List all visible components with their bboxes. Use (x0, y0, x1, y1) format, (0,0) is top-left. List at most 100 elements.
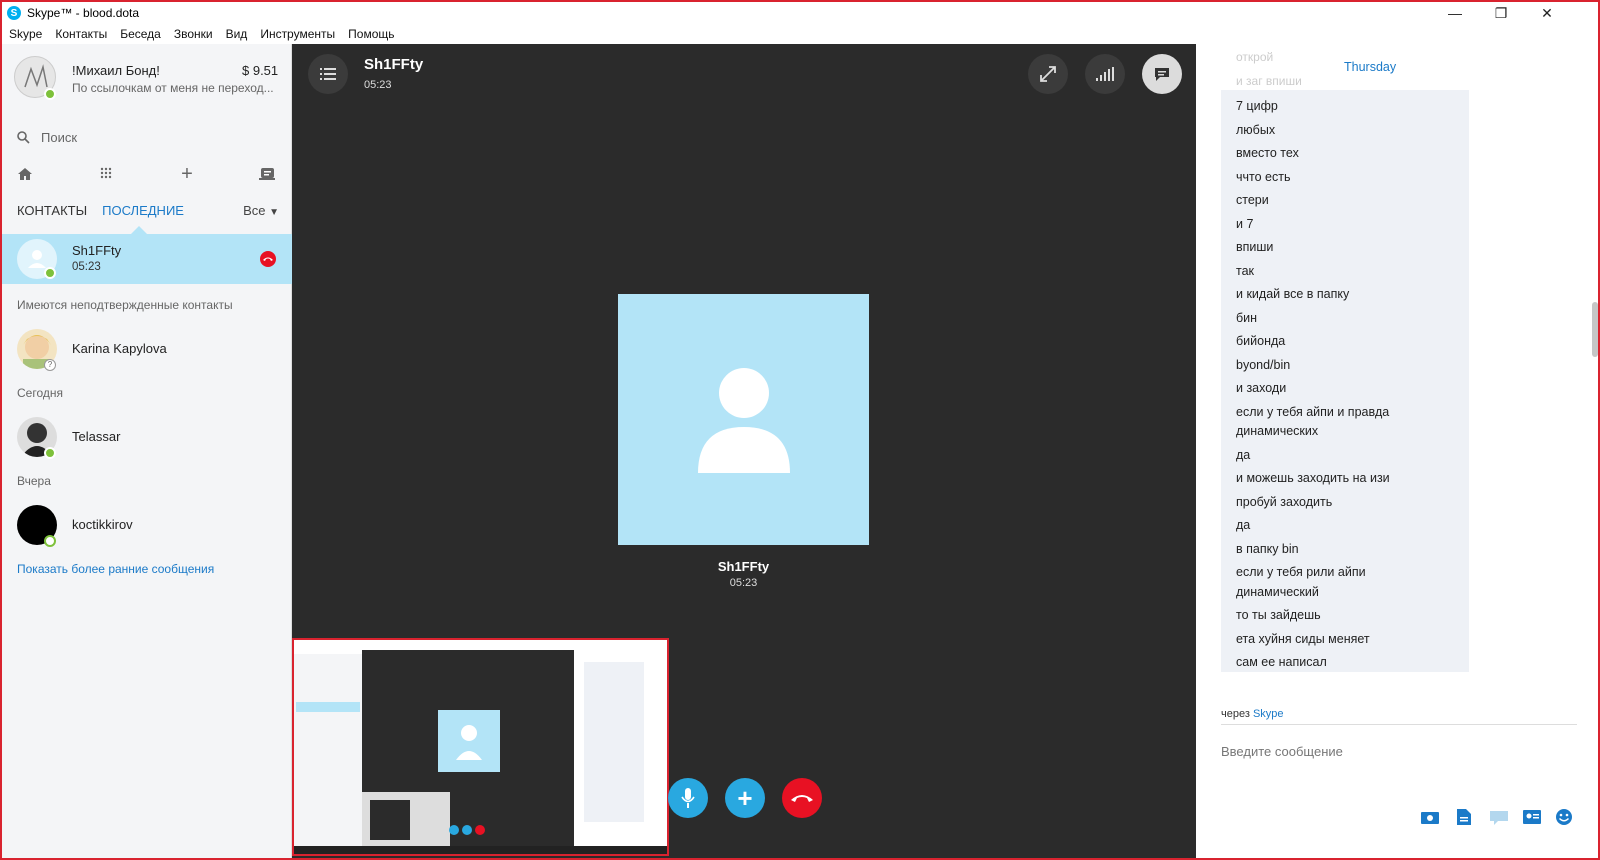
faded-message: открой (1236, 50, 1274, 64)
chat-panel: открой и заг впиши Thursday 7 цифр любых в… (1197, 44, 1598, 858)
person-icon (697, 367, 790, 473)
send-file-icon[interactable] (1457, 809, 1471, 825)
chevron-down-icon: ▼ (269, 207, 279, 218)
chat-message: и можешь заходить на изи (1236, 471, 1390, 485)
search-input[interactable]: Поиск (41, 130, 77, 145)
tab-contacts[interactable]: КОНТАКТЫ (17, 203, 87, 218)
section-unconfirmed: Имеются неподтвержденные контакты (17, 298, 233, 312)
window-title: Skype™ - blood.dota (27, 6, 140, 20)
search-icon (17, 131, 30, 144)
filter-dropdown[interactable]: Все ▼ (243, 203, 279, 218)
end-call-button[interactable] (782, 778, 822, 818)
contact-item[interactable]: ? Karina Kapylova (2, 326, 292, 376)
emoticon-icon[interactable] (1555, 808, 1573, 826)
chat-message: стери (1236, 193, 1269, 207)
chat-message: бийонда (1236, 334, 1286, 348)
call-header-duration: 05:23 (364, 79, 392, 91)
toolbar-row: + (2, 160, 292, 190)
add-participant-button[interactable]: + (725, 778, 765, 818)
list-icon (320, 68, 336, 80)
skype-logo-icon: S (7, 6, 21, 20)
status-unknown-icon: ? (44, 359, 56, 371)
profile-balance[interactable]: $ 9.51 (242, 63, 278, 78)
close-button[interactable]: ✕ (1524, 2, 1570, 24)
chat-message: ччто есть (1236, 169, 1291, 184)
call-avatar (618, 294, 869, 545)
contact-name: Telassar (72, 429, 121, 444)
day-label: Thursday (1344, 60, 1397, 74)
menu-help[interactable]: Помощь (348, 27, 394, 41)
menu-contacts[interactable]: Контакты (55, 27, 107, 41)
chat-toggle-button[interactable] (1142, 54, 1182, 94)
chat-message: да (1236, 518, 1251, 532)
expand-icon (1040, 66, 1056, 82)
send-image-icon[interactable] (1421, 810, 1439, 824)
section-yesterday: Вчера (17, 474, 51, 488)
chat-message: сам ее написал (1236, 655, 1327, 669)
menu-skype[interactable]: Skype (9, 27, 42, 41)
chat-message: пробуй заходить (1236, 494, 1333, 509)
via-label: через Skype (1221, 708, 1284, 720)
chat-message: 7 цифр (1236, 99, 1278, 113)
menu-conversation[interactable]: Беседа (120, 27, 161, 41)
chat-message: так (1236, 263, 1255, 278)
chat-message: если у тебя айпи и правда (1236, 404, 1390, 419)
tab-recent[interactable]: ПОСЛЕДНИЕ (102, 203, 184, 218)
plus-icon: + (737, 782, 753, 813)
left-sidebar: !Михаил Бонд! $ 9.51 По ссылочкам от мен… (2, 44, 292, 858)
call-menu-button[interactable] (308, 54, 348, 94)
input-divider (1221, 724, 1577, 725)
chat-bubble-icon (1155, 68, 1169, 81)
send-video-message-icon[interactable] (1489, 810, 1509, 826)
active-call-item[interactable]: Sh1FFty 05:23 (2, 234, 292, 284)
contact-item[interactable]: Telassar (2, 414, 292, 464)
chat-message: впиши (1236, 240, 1274, 254)
call-quality-button[interactable] (1085, 54, 1125, 94)
minimize-button[interactable]: — (1432, 2, 1478, 24)
home-icon[interactable] (11, 160, 39, 188)
fullscreen-button[interactable] (1028, 54, 1068, 94)
contact-tabs: КОНТАКТЫ ПОСЛЕДНИЕ Все ▼ (17, 203, 279, 218)
profile-status-online-icon (44, 88, 56, 100)
screen-share-preview[interactable] (292, 638, 669, 856)
filter-label: Все (243, 203, 266, 218)
faded-message: и заг впиши (1236, 74, 1302, 88)
status-online-icon (44, 267, 56, 279)
profile-header[interactable]: !Михаил Бонд! $ 9.51 По ссылочкам от мен… (2, 44, 292, 116)
microphone-button[interactable] (668, 778, 708, 818)
menu-tools[interactable]: Инструменты (260, 27, 335, 41)
call-header-name: Sh1FFty (364, 56, 424, 73)
tab-indicator (131, 226, 147, 234)
add-icon[interactable]: + (173, 160, 201, 188)
chat-message: и заходи (1236, 381, 1287, 395)
chat-message: динамический (1236, 584, 1319, 599)
via-prefix: через (1221, 708, 1250, 720)
chat-message: то ты зайдешь (1236, 608, 1321, 622)
chat-message: динамических (1236, 424, 1319, 438)
chat-scrollbar[interactable] (1592, 302, 1598, 357)
profile-mood[interactable]: По ссылочкам от меня не переход... (72, 81, 274, 95)
signal-icon (1096, 67, 1114, 81)
person-icon (28, 250, 46, 268)
show-earlier-link[interactable]: Показать более ранние сообщения (17, 562, 214, 576)
contact-name: Karina Kapylova (72, 341, 167, 356)
dialpad-icon[interactable] (92, 160, 120, 188)
profile-name[interactable]: !Михаил Бонд! (72, 63, 160, 78)
microphone-icon (681, 788, 695, 808)
restore-button[interactable]: ❐ (1478, 2, 1524, 24)
search-box[interactable]: Поиск (16, 124, 276, 150)
hangup-icon[interactable] (260, 251, 276, 267)
menu-calls[interactable]: Звонки (174, 27, 213, 41)
contact-name: koctikkirov (72, 517, 133, 532)
contact-item[interactable]: koctikkirov (2, 502, 292, 552)
call-duration: 05:23 (729, 577, 758, 589)
menu-view[interactable]: Вид (226, 27, 248, 41)
send-contact-icon[interactable] (1523, 810, 1541, 824)
message-input[interactable]: Введите сообщение (1221, 744, 1343, 759)
call-name: Sh1FFty (717, 559, 770, 574)
skype-window: S Skype™ - blood.dota — ❐ ✕ Skype Контак… (0, 0, 1600, 860)
via-skype-link[interactable]: Skype (1253, 708, 1284, 720)
chat-message: byond/bin (1236, 357, 1291, 372)
screen-preview-image (294, 640, 667, 854)
add-contact-icon[interactable] (253, 160, 281, 188)
